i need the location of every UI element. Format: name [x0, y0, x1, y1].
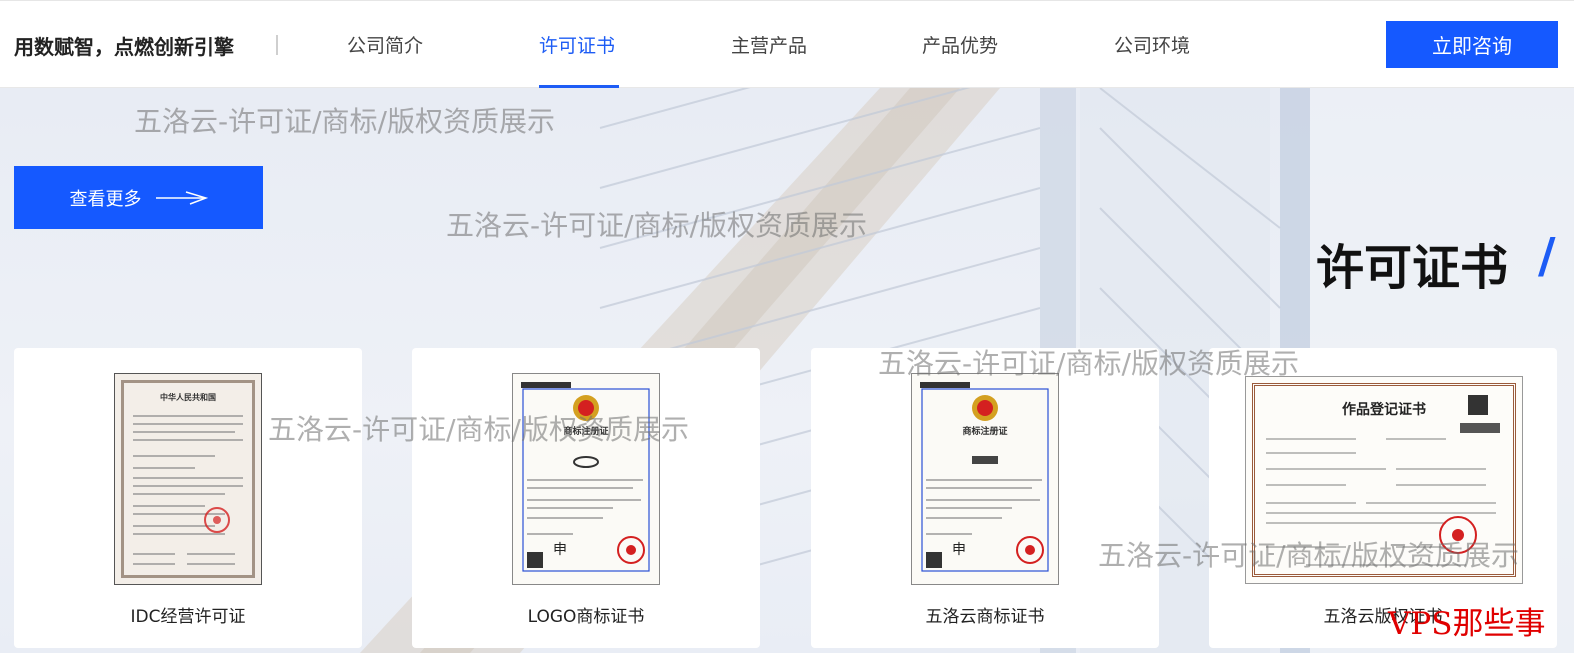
- top-header: 用数赋智，点燃创新引擎 公司简介 许可证书 主营产品 产品优势 公司环境 立即咨…: [0, 0, 1574, 89]
- nav-company-intro[interactable]: 公司简介: [347, 31, 423, 58]
- header-divider: [276, 35, 278, 55]
- idc-license-image: 中华人民共和国: [114, 373, 262, 585]
- license-section: 五洛云-许可证/商标/版权资质展示 五洛云-许可证/商标/版权资质展示 查看更多…: [0, 88, 1574, 653]
- site-slogan: 用数赋智，点燃创新引擎: [14, 35, 234, 59]
- trademark-text-lines: 申: [920, 382, 1049, 572]
- section-title: 许可证书: [1316, 240, 1509, 296]
- nav-advantages[interactable]: 产品优势: [922, 31, 998, 58]
- card-label: IDC经营许可证: [130, 607, 246, 627]
- watermark-text: 五洛云-许可证/商标/版权资质展示: [446, 209, 867, 242]
- watermark-text: 五洛云-许可证/商标/版权资质展示: [134, 105, 555, 138]
- watermark-text: 五洛云-许可证/商标/版权资质展示: [878, 347, 1299, 380]
- section-slash: /: [1538, 228, 1556, 284]
- watermark-text: 五洛云-许可证/商标/版权资质展示: [268, 413, 689, 446]
- wuluoyun-trademark-image: 商标注册证 申: [911, 373, 1059, 585]
- nav-license[interactable]: 许可证书: [539, 31, 615, 58]
- certificate-card-idc[interactable]: 中华人民共和国 IDC经营许可证: [14, 348, 362, 648]
- trademark-text-lines: 申: [521, 382, 650, 572]
- arrow-right-icon: [155, 190, 208, 205]
- certificate-card-logo-trademark[interactable]: 商标注册证 申 LOGO商标证书: [412, 348, 760, 648]
- svg-text:申: 申: [553, 542, 567, 558]
- view-more-button[interactable]: 查看更多: [14, 166, 263, 229]
- svg-text:申: 申: [952, 542, 966, 558]
- nav-environment[interactable]: 公司环境: [1114, 31, 1190, 58]
- view-more-label: 查看更多: [69, 188, 142, 210]
- watermark-text: 五洛云-许可证/商标/版权资质展示: [1098, 539, 1519, 572]
- certificate-card-wuluoyun-trademark[interactable]: 商标注册证 申 五洛云商标证书: [811, 348, 1159, 648]
- card-label: LOGO商标证书: [527, 607, 645, 627]
- logo-trademark-image: 商标注册证 申: [512, 373, 660, 585]
- vps-watermark: VPS那些事: [1388, 606, 1546, 642]
- nav-products[interactable]: 主营产品: [731, 31, 807, 58]
- license-text-lines: [133, 415, 243, 565]
- consult-now-button[interactable]: 立即咨询: [1386, 21, 1558, 68]
- card-label: 五洛云商标证书: [925, 607, 1045, 627]
